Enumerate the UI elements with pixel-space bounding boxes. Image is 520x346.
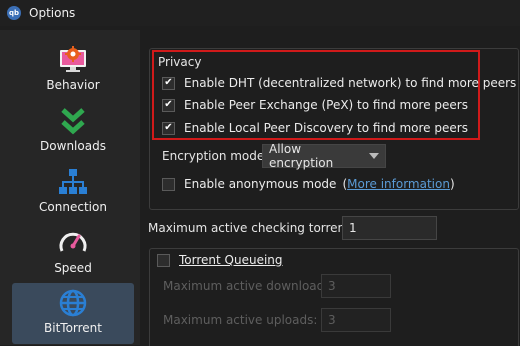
globe-icon xyxy=(59,289,87,317)
pex-checkbox[interactable]: ✔ xyxy=(162,98,175,112)
sidebar-item-downloads[interactable]: Downloads xyxy=(12,101,134,162)
network-icon xyxy=(59,169,87,194)
monitor-gear-icon xyxy=(60,46,86,72)
lpd-option[interactable]: ✔ Enable Local Peer Discovery to find mo… xyxy=(162,121,468,135)
sidebar-item-label: Behavior xyxy=(46,78,100,92)
chevron-down-icon xyxy=(369,153,379,159)
max-downloads-label: Maximum active downloads: xyxy=(163,279,335,293)
max-checking-value: 1 xyxy=(349,221,357,235)
sidebar-item-label: Downloads xyxy=(40,139,106,153)
anonymous-checkbox[interactable] xyxy=(162,177,175,191)
queueing-label: Torrent Queueing xyxy=(179,253,283,267)
max-downloads-value: 3 xyxy=(328,279,336,293)
lpd-label: Enable Local Peer Discovery to find more… xyxy=(184,121,468,135)
encryption-mode-select[interactable]: Allow encryption xyxy=(262,142,386,170)
speedometer-icon xyxy=(59,232,87,252)
pex-option[interactable]: ✔ Enable Peer Exchange (PeX) to find mor… xyxy=(162,98,468,112)
sidebar-item-behavior[interactable]: Behavior xyxy=(12,40,134,101)
sidebar-item-label: BitTorrent xyxy=(44,321,102,335)
dht-option[interactable]: ✔ Enable DHT (decentralized network) to … xyxy=(162,76,516,90)
encryption-mode-label: Encryption mode: xyxy=(162,149,269,163)
max-downloads-spinbox[interactable]: 3 xyxy=(321,274,391,298)
max-uploads-value: 3 xyxy=(328,313,336,327)
sidebar-item-bittorrent[interactable]: BitTorrent xyxy=(12,283,134,344)
sidebar-item-connection[interactable]: Connection xyxy=(12,162,134,223)
queueing-option[interactable]: Torrent Queueing xyxy=(157,253,283,267)
max-checking-spinbox[interactable]: 1 xyxy=(342,216,437,240)
double-chevron-down-icon xyxy=(61,108,85,135)
lpd-checkbox[interactable]: ✔ xyxy=(162,121,175,135)
more-info-close-paren: ) xyxy=(449,177,455,191)
more-information-link[interactable]: More information xyxy=(347,177,450,191)
title-bar: qb Options xyxy=(0,0,520,26)
privacy-title: Privacy xyxy=(158,55,202,69)
window-title: Options xyxy=(29,6,76,20)
encryption-mode-value: Allow encryption xyxy=(269,142,334,170)
app-icon-text: qb xyxy=(8,9,20,17)
max-uploads-spinbox[interactable]: 3 xyxy=(321,308,391,332)
app-icon: qb xyxy=(7,6,21,20)
max-checking-label: Maximum active checking torrents: xyxy=(148,221,361,235)
sidebar-item-speed[interactable]: Speed xyxy=(12,223,134,284)
queueing-checkbox[interactable] xyxy=(157,253,170,267)
sidebar-item-label: Speed xyxy=(54,261,92,275)
dht-checkbox[interactable]: ✔ xyxy=(162,76,175,90)
options-sidebar: Behavior Downloads Connection Speed BitT… xyxy=(0,30,140,345)
sidebar-item-label: Connection xyxy=(39,200,107,214)
anonymous-option[interactable]: Enable anonymous mode ( More information… xyxy=(162,177,455,191)
max-uploads-label: Maximum active uploads: xyxy=(163,313,318,327)
dht-label: Enable DHT (decentralized network) to fi… xyxy=(184,76,517,90)
pex-label: Enable Peer Exchange (PeX) to find more … xyxy=(184,98,468,112)
anonymous-label: Enable anonymous mode xyxy=(184,177,337,191)
